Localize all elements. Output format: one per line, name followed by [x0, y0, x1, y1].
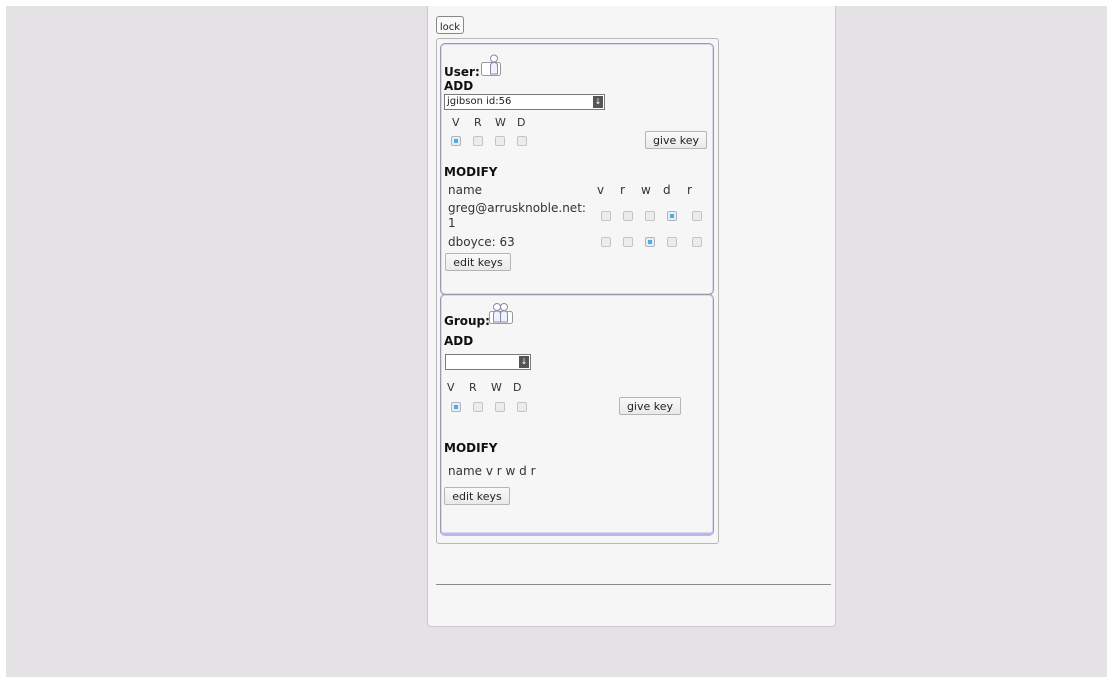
group-section-title: Group:	[444, 314, 490, 328]
user-row-checkbox-r2[interactable]	[692, 237, 702, 247]
user-modify-header-name: name	[448, 183, 483, 197]
group-perm-header-r: R	[469, 381, 477, 394]
group-select[interactable]: ↓	[445, 354, 531, 370]
user-modify-header-v: v	[597, 183, 605, 197]
user-modify-header-w: w	[641, 183, 651, 197]
user-give-key-button[interactable]: give key	[645, 131, 707, 149]
user-edit-keys-button[interactable]: edit keys	[445, 253, 511, 271]
user-row-name: dboyce: 63	[448, 235, 515, 249]
user-row-checkbox-r[interactable]	[623, 237, 633, 247]
user-row-checkbox-r[interactable]	[623, 211, 633, 221]
user-select[interactable]: jgibson id:56 ↓	[444, 94, 605, 110]
user-perm-checkbox-d[interactable]	[517, 136, 527, 146]
user-row-checkbox-w[interactable]	[645, 211, 655, 221]
user-row-checkbox-v[interactable]	[601, 237, 611, 247]
user-modify-header-d: d	[663, 183, 671, 197]
lock-button[interactable]: lock	[436, 16, 464, 34]
group-perm-checkbox-d[interactable]	[517, 402, 527, 412]
user-row-name-cont: 1	[448, 216, 456, 230]
user-row-checkbox-d[interactable]	[667, 211, 677, 221]
group-perm-checkbox-v[interactable]	[451, 402, 461, 412]
user-row-checkbox-w[interactable]	[645, 237, 655, 247]
user-section-title: User:	[444, 65, 480, 79]
user-modify-label: MODIFY	[444, 165, 498, 179]
user-add-label: ADD	[444, 79, 474, 93]
user-perm-checkbox-r[interactable]	[473, 136, 483, 146]
footer-divider	[436, 584, 831, 585]
user-perm-header-v: V	[452, 116, 460, 129]
group-perm-checkbox-w[interactable]	[495, 402, 505, 412]
user-modify-header-r: r	[620, 183, 625, 197]
user-row-name: greg@arrusknoble.net:	[448, 201, 586, 215]
user-select-value: jgibson id:56	[447, 96, 512, 107]
user-perm-header-w: W	[495, 116, 506, 129]
user-modify-header-r2: r	[687, 183, 692, 197]
group-add-label: ADD	[444, 334, 474, 348]
user-perm-checkbox-w[interactable]	[495, 136, 505, 146]
group-perm-checkbox-r[interactable]	[473, 402, 483, 412]
dropdown-arrow-icon[interactable]: ↓	[519, 356, 529, 368]
group-modify-label: MODIFY	[444, 441, 498, 455]
user-row-checkbox-d[interactable]	[667, 237, 677, 247]
group-perm-header-v: V	[447, 381, 455, 394]
group-perm-header-d: D	[513, 381, 522, 394]
group-give-key-button[interactable]: give key	[619, 397, 681, 415]
user-perm-header-r: R	[474, 116, 482, 129]
group-users-icon	[489, 302, 513, 328]
group-perm-header-w: W	[491, 381, 502, 394]
user-row-checkbox-r2[interactable]	[692, 211, 702, 221]
group-edit-keys-button[interactable]: edit keys	[444, 487, 510, 505]
dropdown-arrow-icon[interactable]: ↓	[593, 96, 603, 108]
user-perm-header-d: D	[517, 116, 526, 129]
user-perm-checkbox-v[interactable]	[451, 136, 461, 146]
user-row-checkbox-v[interactable]	[601, 211, 611, 221]
user-silhouette-icon	[481, 54, 501, 80]
group-modify-header: name v r w d r	[448, 464, 536, 478]
